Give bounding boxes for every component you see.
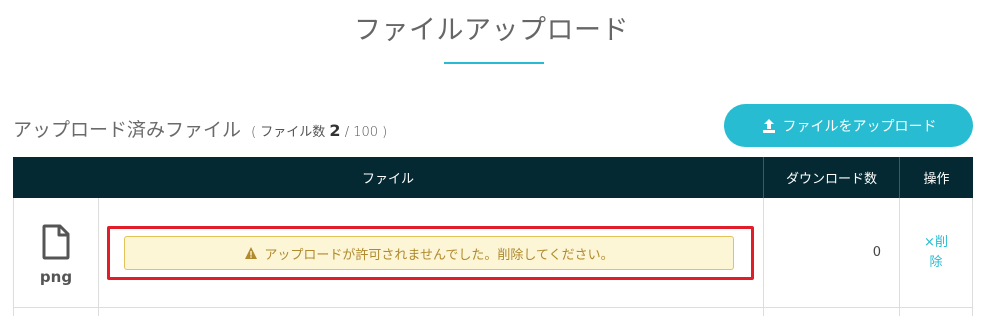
file-extension: png xyxy=(39,268,73,286)
upload-file-button[interactable]: ファイルをアップロード xyxy=(724,104,973,147)
file-icon xyxy=(41,224,71,264)
column-header-actions: 操作 xyxy=(923,172,950,187)
upload-icon xyxy=(761,118,777,134)
section-heading-label: アップロード済みファイル xyxy=(13,119,242,141)
actions-cell: ×削除 xyxy=(900,198,973,307)
upload-button-label: ファイルをアップロード xyxy=(782,118,937,135)
file-cell: アップロードが許可されませんでした。削除してください。 xyxy=(99,198,764,307)
section-heading: アップロード済みファイル ( ファイル数 2 / 100 ) xyxy=(13,115,387,142)
table-header: ファイル ダウンロード数 操作 xyxy=(13,157,973,198)
download-count-cell: 0 xyxy=(764,198,900,307)
column-header-file: ファイル xyxy=(13,157,764,198)
file-type-cell: png xyxy=(13,198,99,307)
table-row xyxy=(13,308,973,316)
file-count: ( ファイル数 2 / 100 ) xyxy=(251,121,388,140)
warning-icon xyxy=(244,246,258,260)
files-table: ファイル ダウンロード数 操作 png アップロードが許可されませんでした。削除… xyxy=(13,157,973,316)
column-header-downloads: ダウンロード数 xyxy=(764,157,900,198)
table-row: png アップロードが許可されませんでした。削除してください。 0 ×削除 xyxy=(13,198,973,308)
page-title: ファイルアップロード xyxy=(354,15,629,46)
upload-error-alert: アップロードが許可されませんでした。削除してください。 xyxy=(124,236,734,270)
alert-message: アップロードが許可されませんでした。削除してください。 xyxy=(264,247,614,263)
title-underline xyxy=(444,62,544,64)
delete-link[interactable]: ×削除 xyxy=(922,233,950,273)
file-count-current: 2 xyxy=(329,121,341,140)
